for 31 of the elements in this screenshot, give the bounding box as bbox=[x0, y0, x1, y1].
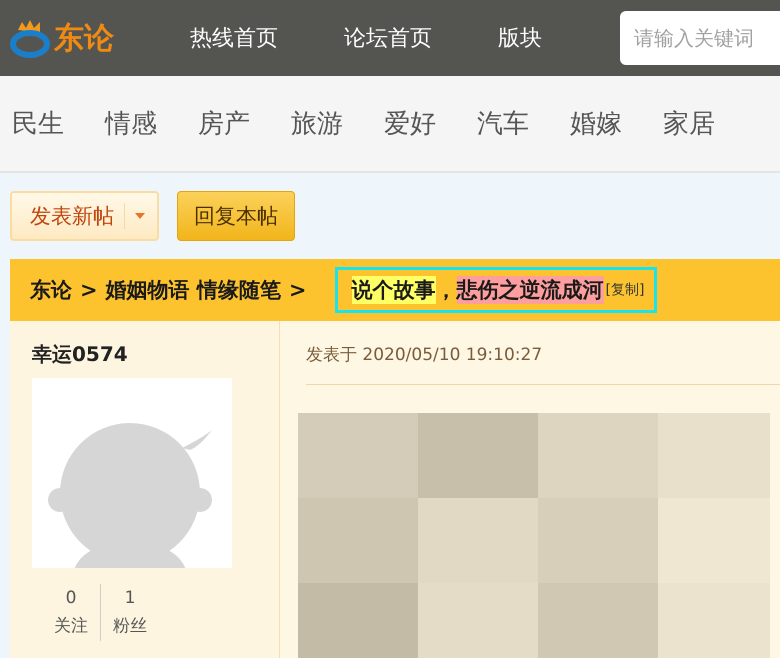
nav-link[interactable]: 论坛首页 bbox=[344, 23, 432, 53]
nav-link[interactable]: 热线首页 bbox=[190, 23, 278, 53]
reply-button[interactable]: 回复本帖 bbox=[177, 191, 295, 241]
category-link[interactable]: 婚嫁 bbox=[570, 106, 622, 141]
category-link[interactable]: 家居 bbox=[663, 106, 715, 141]
breadcrumb-separator: > bbox=[80, 278, 98, 302]
stat-value: 0 bbox=[66, 588, 76, 608]
breadcrumb-link[interactable]: 东论 bbox=[30, 276, 72, 304]
category-link[interactable]: 房产 bbox=[198, 106, 250, 141]
logo-icon bbox=[10, 18, 50, 58]
category-link[interactable]: 爱好 bbox=[384, 106, 436, 141]
stat-label[interactable]: 粉丝 bbox=[113, 614, 147, 637]
avatar[interactable] bbox=[32, 378, 232, 568]
title-text: 悲伤之逆流成河 bbox=[456, 276, 604, 304]
breadcrumb-link[interactable]: 婚姻物语 情缘随笔 bbox=[106, 276, 281, 304]
post-date: 发表于 2020/05/10 19:10:27 bbox=[306, 344, 544, 366]
breadcrumb-separator: > bbox=[288, 278, 307, 302]
author-name[interactable]: 幸运0574 bbox=[32, 341, 257, 368]
nav-link[interactable]: 版块 bbox=[498, 23, 542, 53]
category-link[interactable]: 情感 bbox=[105, 106, 157, 141]
category-link[interactable]: 汽车 bbox=[477, 106, 529, 141]
search-field[interactable]: 请输入关键词 bbox=[620, 11, 780, 65]
stat-value: 1 bbox=[124, 588, 136, 608]
title-text: ， bbox=[436, 277, 457, 304]
stat-label[interactable]: 关注 bbox=[54, 614, 88, 637]
new-post-button[interactable]: 发表新帖 bbox=[10, 191, 159, 241]
caret-icon bbox=[135, 213, 145, 219]
category-link[interactable]: 旅游 bbox=[291, 106, 343, 141]
title-text: 说个故事 bbox=[352, 276, 436, 304]
copy-link[interactable]: [复制] bbox=[606, 281, 644, 299]
category-link[interactable]: 民生 bbox=[12, 106, 64, 141]
